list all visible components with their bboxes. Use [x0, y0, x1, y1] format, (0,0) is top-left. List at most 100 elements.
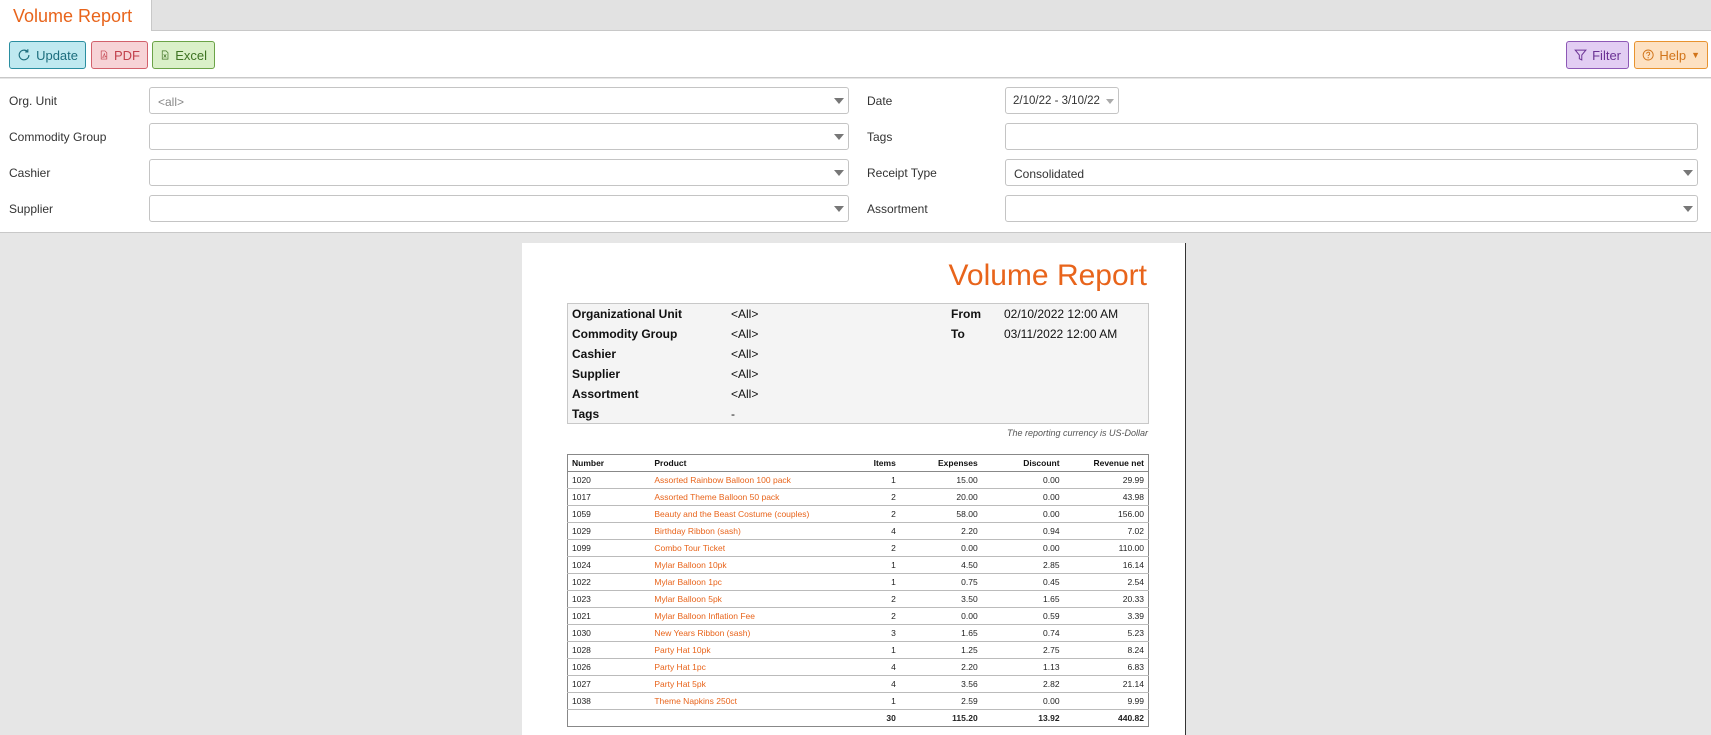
pdf-button[interactable]: PDF — [91, 41, 148, 69]
cell-revenue: 156.00 — [1063, 505, 1149, 523]
cell-number: 1099 — [567, 539, 651, 557]
product-link[interactable]: Mylar Balloon 1pc — [650, 573, 853, 591]
cell-items: 2 — [852, 607, 900, 625]
chevron-down-icon — [1106, 99, 1114, 104]
product-link[interactable]: Assorted Theme Balloon 50 pack — [650, 488, 853, 506]
product-link[interactable]: Combo Tour Ticket — [650, 539, 853, 557]
cell-items: 2 — [852, 505, 900, 523]
table-row: 1029 Birthday Ribbon (sash) 4 2.20 0.94 7.02 — [567, 522, 1149, 540]
cell-revenue: 7.02 — [1063, 522, 1149, 540]
filter-button[interactable]: Filter — [1566, 41, 1629, 69]
currency-note: The reporting currency is US-Dollar — [1006, 428, 1148, 438]
total-items: 30 — [886, 713, 896, 723]
supplier-select[interactable] — [149, 195, 849, 222]
cell-discount: 0.59 — [981, 607, 1064, 625]
total-discount: 13.92 — [1038, 713, 1060, 723]
tab-volume-report[interactable]: Volume Report — [0, 0, 152, 31]
cell-items: 3 — [852, 624, 900, 642]
table-row: 1059 Beauty and the Beast Costume (couple… — [567, 505, 1149, 523]
cell-number: 1017 — [567, 488, 651, 506]
product-link[interactable]: Party Hat 5pk — [650, 675, 853, 693]
cell-revenue: 9.99 — [1063, 692, 1149, 710]
cell-items: 1 — [852, 471, 900, 489]
product-link[interactable]: Assorted Rainbow Balloon 100 pack — [650, 471, 853, 489]
total-revenue: 440.82 — [1118, 713, 1144, 723]
table-row: 1020 Assorted Rainbow Balloon 100 pack 1 15… — [567, 471, 1149, 489]
cell-revenue: 43.98 — [1063, 488, 1149, 506]
table-row: 1099 Combo Tour Ticket 2 0.00 0.00 110.00 — [567, 539, 1149, 557]
update-label: Update — [36, 47, 78, 63]
product-link[interactable]: Mylar Balloon Inflation Fee — [650, 607, 853, 625]
product-link[interactable]: Mylar Balloon 5pk — [650, 590, 853, 608]
commodity-group-select[interactable] — [149, 123, 849, 150]
cell-discount: 1.65 — [981, 590, 1064, 608]
cashier-select[interactable] — [149, 159, 849, 186]
product-link[interactable]: Mylar Balloon 10pk — [650, 556, 853, 574]
cell-revenue: 6.83 — [1063, 658, 1149, 676]
col-items-header: Items — [852, 454, 900, 472]
cell-expenses: 2.20 — [899, 658, 982, 676]
help-label: Help — [1659, 47, 1687, 63]
assortment-label: Assortment — [867, 202, 928, 216]
table-row: 1038 Theme Napkins 250ct 1 2.59 0.00 9.99 — [567, 692, 1149, 710]
chevron-down-icon — [1683, 206, 1693, 212]
col-expenses-header: Expenses — [899, 454, 982, 472]
receipt-type-label: Receipt Type — [867, 166, 937, 180]
cell-revenue: 110.00 — [1063, 539, 1149, 557]
total-number — [568, 710, 651, 727]
refresh-icon — [18, 49, 30, 61]
help-button[interactable]: Help ▼ — [1634, 41, 1708, 69]
product-link[interactable]: Party Hat 1pc — [650, 658, 853, 676]
cell-number: 1021 — [567, 607, 651, 625]
cell-number: 1022 — [567, 573, 651, 591]
volume-table: Number Product Items Expenses Discount R… — [567, 454, 1149, 727]
excel-button[interactable]: Excel — [152, 41, 215, 69]
report-page: Volume Report Organizational Unit <All> … — [522, 243, 1186, 735]
cell-revenue: 29.99 — [1063, 471, 1149, 489]
update-button[interactable]: Update — [9, 41, 86, 69]
chevron-down-icon — [834, 170, 844, 176]
param-org-unit-value: <All> — [731, 307, 759, 321]
product-link[interactable]: Birthday Ribbon (sash) — [650, 522, 853, 540]
cell-expenses: 2.59 — [899, 692, 982, 710]
table-row: 1021 Mylar Balloon Inflation Fee 2 0.00 0.59… — [567, 607, 1149, 625]
product-link[interactable]: Theme Napkins 250ct — [650, 692, 853, 710]
date-range-select[interactable]: 2/10/22 - 3/10/22 — [1005, 87, 1119, 114]
chevron-down-icon: ▼ — [1691, 50, 1700, 60]
assortment-select[interactable] — [1005, 195, 1698, 222]
cell-discount: 0.74 — [981, 624, 1064, 642]
cell-items: 4 — [852, 675, 900, 693]
cell-expenses: 20.00 — [899, 488, 982, 506]
cell-expenses: 58.00 — [899, 505, 982, 523]
cell-number: 1024 — [567, 556, 651, 574]
filter-panel: Org. Unit <all> Commodity Group Cashier … — [0, 79, 1711, 233]
table-row: 1024 Mylar Balloon 10pk 1 4.50 2.85 16.14 — [567, 556, 1149, 574]
cell-number: 1029 — [567, 522, 651, 540]
cell-expenses: 1.25 — [899, 641, 982, 659]
receipt-type-select[interactable]: Consolidated — [1005, 159, 1698, 186]
excel-label: Excel — [175, 47, 207, 63]
report-title: Volume Report — [948, 259, 1147, 292]
org-unit-select[interactable]: <all> — [149, 87, 849, 114]
cell-discount: 2.85 — [981, 556, 1064, 574]
cell-items: 2 — [852, 488, 900, 506]
cell-discount: 0.45 — [981, 573, 1064, 591]
product-link[interactable]: Party Hat 10pk — [650, 641, 853, 659]
cell-revenue: 2.54 — [1063, 573, 1149, 591]
param-assortment-value: <All> — [731, 387, 759, 401]
cell-items: 1 — [852, 692, 900, 710]
product-link[interactable]: Beauty and the Beast Costume (couples) — [650, 505, 853, 523]
product-link[interactable]: New Years Ribbon (sash) — [650, 624, 853, 642]
tags-input[interactable] — [1005, 123, 1698, 150]
cell-expenses: 3.56 — [899, 675, 982, 693]
table-row: 1017 Assorted Theme Balloon 50 pack 2 20.00… — [567, 488, 1149, 506]
table-row: 1030 New Years Ribbon (sash) 3 1.65 0.74 5.23 — [567, 624, 1149, 642]
param-commodity-group-label: Commodity Group — [572, 327, 678, 341]
col-product-header: Product — [650, 454, 853, 472]
cell-number: 1027 — [567, 675, 651, 693]
cell-expenses: 1.65 — [899, 624, 982, 642]
cell-discount: 1.13 — [981, 658, 1064, 676]
cell-items: 2 — [852, 590, 900, 608]
org-unit-value: <all> — [158, 95, 185, 109]
cell-items: 1 — [852, 556, 900, 574]
